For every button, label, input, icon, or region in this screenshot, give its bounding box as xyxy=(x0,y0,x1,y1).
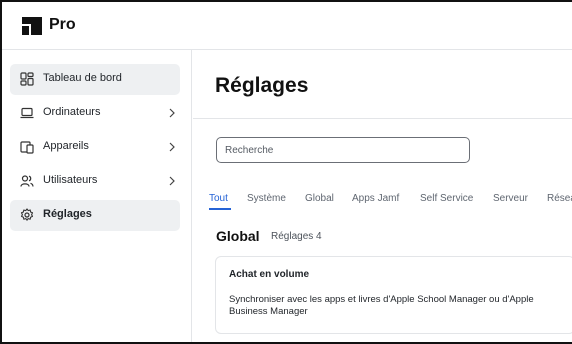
app-name: Pro xyxy=(49,16,76,33)
users-icon xyxy=(20,175,34,187)
sidebar-item-label: Appareils xyxy=(43,140,89,152)
gear-icon xyxy=(20,208,34,221)
sidebar-item-label: Tableau de bord xyxy=(43,72,122,84)
header-divider xyxy=(193,118,572,119)
search-input[interactable]: Recherche xyxy=(216,137,470,163)
sidebar: Tableau de bord Ordinateurs Appareils Ut… xyxy=(2,50,192,342)
section-count: Réglages 4 xyxy=(271,231,322,242)
settings-card-volume-purchasing[interactable]: Achat en volume Synchroniser avec les ap… xyxy=(215,256,572,334)
section-title: Global xyxy=(216,228,260,244)
tab-all[interactable]: Tout xyxy=(209,193,228,204)
app-window: Pro Tableau de bord Ordinateurs Appareil… xyxy=(0,0,572,344)
top-bar: Pro xyxy=(2,2,572,50)
sidebar-item-computers[interactable]: Ordinateurs xyxy=(10,98,180,129)
sidebar-item-devices[interactable]: Appareils xyxy=(10,132,180,163)
sidebar-item-label: Réglages xyxy=(43,208,92,220)
active-tab-indicator xyxy=(209,208,231,210)
dashboard-icon xyxy=(20,72,34,86)
tab-jamf-apps[interactable]: Apps Jamf xyxy=(352,193,399,204)
tab-server[interactable]: Serveur xyxy=(493,193,528,204)
chevron-right-icon xyxy=(169,108,175,118)
main-content: Réglages Recherche Tout Système Global A… xyxy=(193,50,572,342)
sidebar-item-label: Utilisateurs xyxy=(43,174,98,186)
card-title: Achat en volume xyxy=(229,269,310,280)
sidebar-item-users[interactable]: Utilisateurs xyxy=(10,166,180,197)
sidebar-item-label: Ordinateurs xyxy=(43,106,101,118)
devices-icon xyxy=(20,141,34,154)
tab-global[interactable]: Global xyxy=(305,193,334,204)
tab-self-service[interactable]: Self Service xyxy=(420,193,473,204)
laptop-icon xyxy=(20,107,34,119)
sidebar-item-settings[interactable]: Réglages xyxy=(10,200,180,231)
settings-tabs: Tout Système Global Apps Jamf Self Servi… xyxy=(209,193,572,211)
chevron-right-icon xyxy=(169,142,175,152)
chevron-right-icon xyxy=(169,176,175,186)
tab-system[interactable]: Système xyxy=(247,193,286,204)
page-title: Réglages xyxy=(215,74,309,97)
tab-network[interactable]: Résea xyxy=(547,193,572,204)
search-placeholder: Recherche xyxy=(225,145,274,156)
sidebar-item-dashboard[interactable]: Tableau de bord xyxy=(10,64,180,95)
jamf-logo-icon xyxy=(22,17,42,35)
card-description: Synchroniser avec les apps et livres d'A… xyxy=(229,294,534,317)
